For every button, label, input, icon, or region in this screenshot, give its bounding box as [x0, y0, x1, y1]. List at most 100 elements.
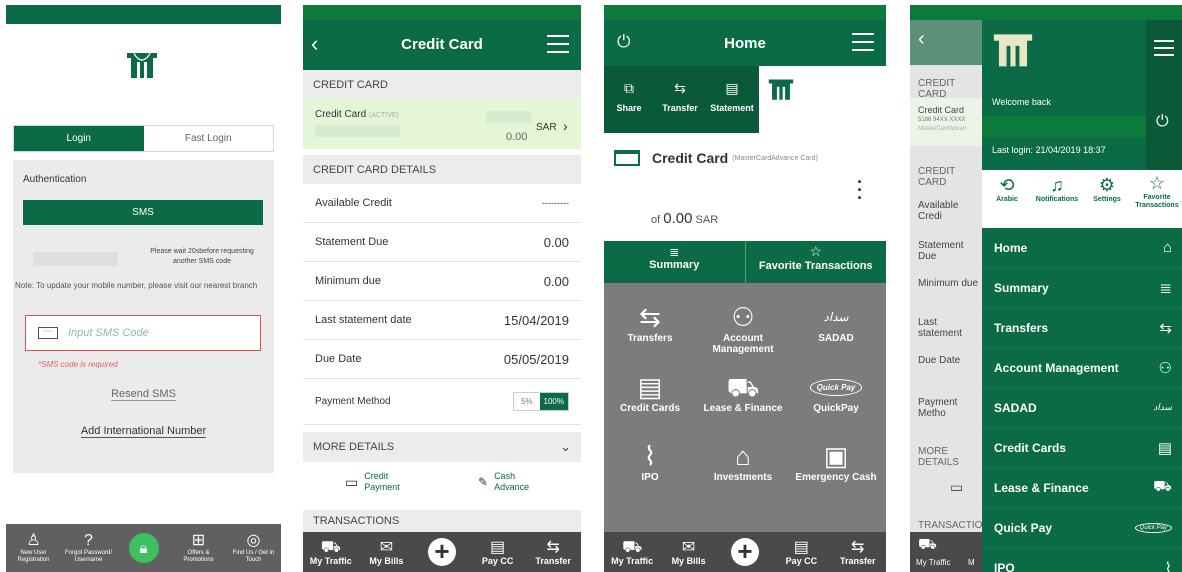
add-international-number-link[interactable]: Add International Number	[13, 425, 274, 438]
star-icon: ☆	[1148, 173, 1166, 193]
service-investments[interactable]: ⌂ Investments	[697, 440, 789, 483]
my-bills-button[interactable]: ✉ My Bills	[361, 539, 411, 566]
auth-panel: Authentication SMS Please wait 20sbefore…	[13, 160, 274, 473]
menu-icon[interactable]	[1154, 40, 1174, 56]
card-summary[interactable]: Credit Card (MasterCardAdvance Card)	[614, 150, 818, 166]
service-label: Investments	[713, 472, 773, 483]
section-card-details: CREDIT CARD DETAILS	[303, 155, 581, 184]
resend-sms-link[interactable]: Resend SMS	[13, 388, 274, 401]
menu-item-transfers[interactable]: Transfers ⇆	[982, 308, 1182, 348]
service-label: IPO	[641, 472, 659, 483]
section-credit-card: CREDIT CARD	[303, 70, 581, 99]
tab-favorite-transactions[interactable]: ☆ Favorite Transactions	[745, 241, 886, 283]
detail-available-credit: Available Credit ---------	[303, 184, 581, 223]
service-quickpay[interactable]: Quick Pay QuickPay	[790, 371, 882, 414]
pay-cc-button[interactable]: ▤ Pay CC	[473, 539, 523, 566]
card-icon: ▭	[950, 479, 964, 495]
arabic-button[interactable]: ⟲ Arabic	[982, 170, 1032, 228]
card-icon: ▭	[345, 473, 359, 490]
service-transfers[interactable]: ⇆ Transfers	[604, 301, 696, 344]
transfer-button[interactable]: ⇆ Transfer	[528, 539, 578, 566]
detail-label: Last statement date	[315, 314, 412, 326]
wait-text: Please wait 20sbefore requesting another…	[150, 248, 254, 265]
service-lease-finance[interactable]: ⛟ Lease & Finance	[697, 371, 789, 414]
credit-payment-button[interactable]: ▭ Credit Payment	[345, 471, 404, 493]
new-user-button[interactable]: ♙ New User Registration	[9, 532, 59, 564]
transfer-quick-button[interactable]: ⇆ Transfer	[660, 80, 700, 113]
account-management-icon: ⚇	[1158, 359, 1172, 377]
find-us-button[interactable]: ◎ Find Us / Get in Touch	[229, 532, 279, 564]
detail-value: 15/04/2019	[503, 312, 569, 328]
transfer-icon: ⇆	[639, 302, 661, 332]
service-account-management[interactable]: ⚇ Account Management	[697, 301, 789, 355]
tab-fast-login[interactable]: Fast Login	[143, 126, 273, 151]
pay-cc-button[interactable]: ▤ Pay CC	[776, 539, 826, 566]
location-icon: ◎	[246, 532, 261, 549]
cash-advance-button[interactable]: ✎ Cash Advance	[478, 471, 534, 493]
power-icon[interactable]: ⏻	[1156, 113, 1169, 131]
list-icon: ≣	[669, 245, 680, 259]
arabic-label: Arabic	[996, 196, 1018, 203]
payment-option-100[interactable]: 100%	[539, 393, 568, 410]
card-name: Credit Card	[315, 109, 367, 120]
statement-label: Statement	[710, 103, 754, 113]
transfer-label: Transfer	[535, 555, 571, 566]
menu-item-credit-cards[interactable]: Credit Cards ▤	[982, 428, 1182, 468]
favorite-label: Favorite Transactions	[758, 260, 873, 272]
bg-label: M	[968, 558, 975, 567]
section-transactions: TRANSACTIONS	[303, 510, 581, 532]
detail-value: 0.00	[543, 234, 569, 250]
my-traffic-button[interactable]: ⛟ My Traffic	[607, 539, 657, 566]
transfer-button[interactable]: ⇆ Transfer	[833, 539, 883, 566]
bg-header: ‹	[910, 20, 982, 65]
detail-minimum-due: Minimum due 0.00	[303, 262, 581, 301]
quick-actions: ⧉ Share ⇆ Transfer ▤ Statement	[604, 66, 759, 133]
credit-card-icon	[614, 150, 640, 166]
card-number-mask	[315, 125, 400, 137]
notifications-button[interactable]: ♫ Notifications	[1032, 170, 1082, 228]
sms-button[interactable]: SMS	[23, 200, 263, 225]
investments-icon: ⌂	[735, 441, 751, 471]
settings-button[interactable]: ⚙ Settings	[1082, 170, 1132, 228]
home-icon: ⌂	[1162, 239, 1172, 256]
my-traffic-button[interactable]: ⛟ My Traffic	[306, 539, 356, 566]
payment-toggle: 5% 100%	[512, 392, 569, 411]
welcome-text: Welcome back	[992, 97, 1051, 107]
of-label: of	[651, 214, 661, 226]
car-icon: ⛟	[320, 538, 341, 556]
menu-item-ipo[interactable]: IPO ⌇	[982, 548, 1182, 572]
card-row[interactable]: Credit Card (ACTIVE) 0.00 SAR ›	[303, 99, 581, 149]
tab-login[interactable]: Login	[14, 126, 144, 151]
my-bills-button[interactable]: ✉ My Bills	[664, 539, 714, 566]
forgot-button[interactable]: ? Forgot Password/ Username	[64, 532, 114, 564]
more-details-toggle[interactable]: MORE DETAILS ⌄	[303, 432, 581, 462]
lock-button[interactable]: 🔒︎	[119, 533, 169, 563]
menu-item-quick-pay[interactable]: Quick Pay Quick Pay	[982, 508, 1182, 548]
menu-item-lease-finance[interactable]: Lease & Finance ⛟	[982, 468, 1182, 508]
bills-icon: ✉	[681, 538, 696, 556]
more-vertical-icon[interactable]: · · ·	[857, 173, 863, 207]
tab-summary[interactable]: ≣ Summary	[604, 241, 746, 283]
user-icon: ♙	[26, 532, 41, 549]
credit-cards-icon: ▤	[1157, 439, 1172, 457]
payment-option-5[interactable]: 5%	[513, 393, 540, 410]
service-sadad[interactable]: سداد SADAD	[790, 301, 882, 344]
share-button[interactable]: ⧉ Share	[610, 80, 648, 113]
pay-cc-label: Pay CC	[481, 555, 514, 566]
menu-item-account-management[interactable]: Account Management ⚇	[982, 348, 1182, 388]
favorite-transactions-button[interactable]: ☆ Favorite Transactions	[1132, 170, 1182, 228]
offers-button[interactable]: ⊞ Offers & Promotions	[174, 532, 224, 564]
menu-item-sadad[interactable]: SADAD سداد	[982, 388, 1182, 428]
sms-code-field[interactable]: ···· Input SMS Code	[25, 315, 261, 351]
service-ipo[interactable]: ⌇ IPO	[604, 440, 696, 483]
menu-item-home[interactable]: Home ⌂	[982, 228, 1182, 268]
card-currency: SAR	[536, 122, 557, 133]
service-credit-cards[interactable]: ▤ Credit Cards	[604, 371, 696, 414]
add-button[interactable]: +	[417, 538, 467, 566]
add-button[interactable]: +	[720, 538, 770, 566]
statement-button[interactable]: ▤ Statement	[707, 80, 757, 113]
service-emergency-cash[interactable]: ▣ Emergency Cash	[790, 440, 882, 483]
menu-icon[interactable]	[852, 33, 874, 51]
menu-item-summary[interactable]: Summary ≣	[982, 268, 1182, 308]
menu-icon[interactable]	[547, 35, 569, 53]
